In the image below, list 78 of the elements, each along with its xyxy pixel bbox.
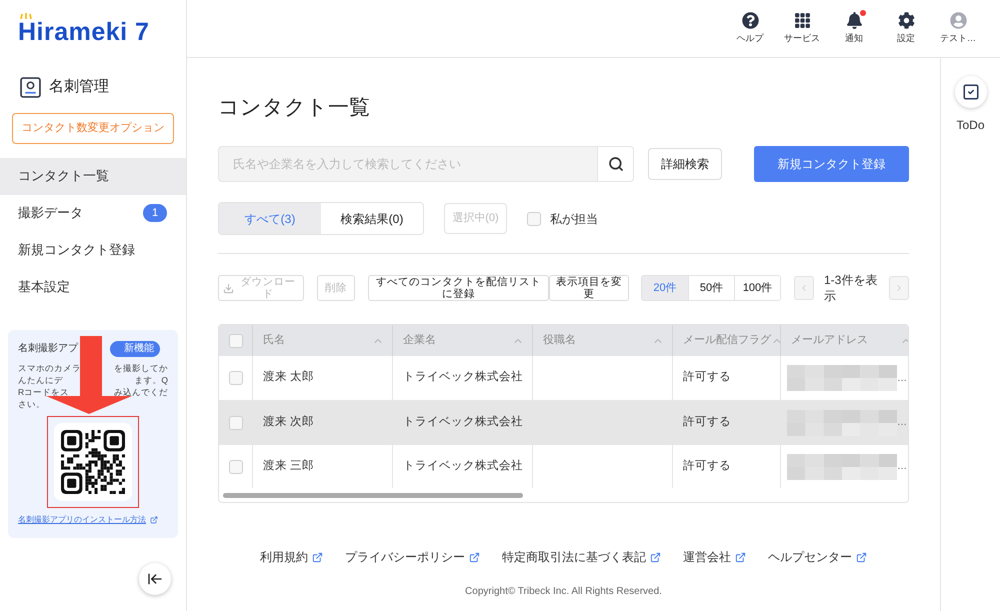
external-link-icon bbox=[312, 552, 323, 562]
page-size-option[interactable]: 100件 bbox=[734, 276, 780, 300]
table-cell-text: … bbox=[897, 372, 907, 386]
sparkle-icon bbox=[20, 13, 32, 19]
action-button[interactable]: 表示項目を変更 bbox=[549, 275, 629, 301]
promo-text: み込んでくだ bbox=[114, 386, 168, 398]
table-cell-text: 許可する bbox=[683, 458, 731, 474]
external-link-icon bbox=[735, 552, 746, 562]
header-nav-item[interactable]: サービス bbox=[778, 12, 826, 46]
promo-title: 名刺撮影アプ bbox=[18, 342, 78, 356]
promo-text: スマホのカメラ bbox=[18, 362, 81, 374]
checkbox[interactable] bbox=[228, 371, 242, 385]
scrollbar[interactable] bbox=[223, 492, 523, 498]
table-row[interactable]: 渡来 次郎 トライベック株式会社 許可する … bbox=[219, 400, 908, 444]
header-nav-item[interactable]: 通知 bbox=[830, 12, 878, 46]
search-button[interactable] bbox=[598, 146, 634, 182]
checkbox[interactable] bbox=[527, 212, 541, 226]
id-card-icon bbox=[20, 76, 41, 98]
footer-link[interactable]: ヘルプセンター bbox=[768, 548, 852, 566]
copyright-text: Copyright© Tribeck Inc. All Rights Reserved. bbox=[465, 585, 662, 599]
external-link-icon bbox=[856, 552, 867, 562]
bell-icon bbox=[846, 12, 862, 29]
avatar-icon bbox=[950, 12, 966, 29]
range-text: 1-3件を表示 bbox=[823, 272, 878, 304]
checkbox-icon bbox=[962, 83, 980, 101]
promo-text: さい。 bbox=[18, 398, 45, 410]
page-title: コンタクト一覧 bbox=[218, 95, 371, 121]
table-cell-text: 許可する bbox=[683, 414, 731, 430]
external-link-icon bbox=[150, 516, 158, 524]
table-cell-text: トライベック株式会社 bbox=[403, 414, 523, 430]
footer-link[interactable]: 特定商取引法に基づく表記 bbox=[502, 548, 646, 566]
external-link-icon bbox=[650, 552, 661, 562]
header-nav-item[interactable]: テスト… bbox=[934, 12, 982, 46]
footer-link[interactable]: 利用規約 bbox=[260, 548, 308, 566]
help-icon bbox=[742, 12, 758, 29]
search-field[interactable]: 氏名や企業名を入力して検索してください bbox=[218, 146, 598, 182]
table-cell-text: 渡来 次郎 bbox=[263, 414, 314, 430]
search-icon bbox=[608, 156, 624, 172]
table-cell-text: … bbox=[897, 460, 907, 474]
download-icon bbox=[223, 282, 234, 294]
sidebar-item[interactable]: 基本設定 bbox=[0, 268, 186, 306]
footer-link[interactable]: 運営会社 bbox=[683, 548, 731, 566]
checkbox[interactable] bbox=[228, 416, 242, 430]
table-cell-text: トライベック株式会社 bbox=[403, 370, 523, 386]
checkbox-label: 私が担当 bbox=[550, 210, 598, 228]
external-link-icon bbox=[469, 552, 480, 562]
count-badge: 1 bbox=[143, 204, 167, 222]
collapse-icon bbox=[147, 571, 163, 587]
sidebar-item[interactable]: コンタクト一覧 bbox=[0, 158, 186, 194]
install-link[interactable]: 名刺撮影アプリのインストール方法 bbox=[18, 514, 146, 526]
action-button[interactable]: すべてのコンタクトを配信リストに登録 bbox=[368, 275, 549, 301]
todo-button[interactable] bbox=[954, 76, 986, 108]
sidebar-item[interactable]: 新規コンタクト登録 bbox=[0, 232, 186, 268]
table-cell-text: 渡来 太郎 bbox=[263, 369, 314, 386]
checkbox[interactable] bbox=[228, 460, 242, 474]
logo[interactable]: Hirameki 7 bbox=[18, 18, 150, 46]
table-cell-text: 許可する bbox=[683, 370, 731, 386]
collapse-button[interactable] bbox=[139, 563, 171, 595]
qr-code-icon bbox=[61, 430, 125, 494]
table-cell-text: 渡来 三郎 bbox=[263, 458, 314, 474]
advanced-search-button[interactable]: 詳細検索 bbox=[648, 148, 722, 180]
new-badge: 新機能 bbox=[110, 340, 160, 356]
promo-text: を撮影してか bbox=[114, 362, 168, 374]
table-cell-text: … bbox=[897, 416, 907, 430]
new-contact-button[interactable]: 新規コンタクト登録 bbox=[754, 146, 909, 182]
sidebar-item[interactable]: 撮影データ 1 bbox=[0, 194, 186, 232]
promo-text: ます。Q bbox=[134, 374, 168, 386]
grid-icon bbox=[794, 12, 810, 29]
table-cell-text: トライベック株式会社 bbox=[403, 458, 523, 474]
header-nav-item[interactable]: ヘルプ bbox=[726, 12, 774, 46]
table-row[interactable]: 渡来 三郎 トライベック株式会社 許可する … bbox=[219, 444, 908, 488]
promo-text: んたんにデ bbox=[18, 374, 63, 386]
header-nav-item[interactable]: 設定 bbox=[882, 12, 930, 46]
settings-icon bbox=[898, 12, 914, 29]
section-title: 名刺管理 bbox=[49, 77, 109, 97]
footer-link[interactable]: プライバシーポリシー bbox=[345, 548, 465, 566]
todo-label: ToDo bbox=[956, 117, 984, 134]
checkbox[interactable] bbox=[228, 334, 242, 348]
